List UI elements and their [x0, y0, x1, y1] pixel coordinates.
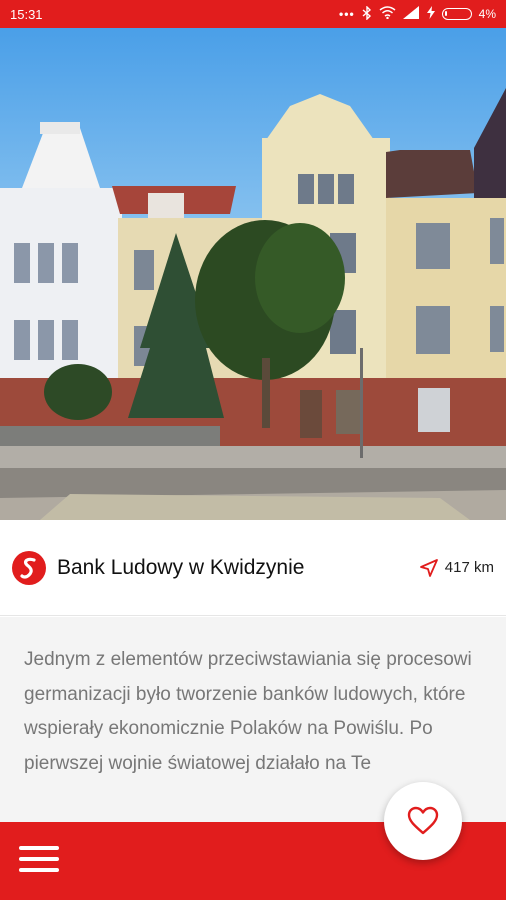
- heart-icon: [407, 806, 439, 835]
- place-header: Bank Ludowy w Kwidzynie 417 km: [0, 520, 506, 616]
- battery-percent: 4%: [478, 7, 496, 21]
- building-illustration: [0, 28, 506, 520]
- description-text: Jednym z elementów przeciwstawiania się …: [24, 649, 472, 774]
- status-bar: 15:31 ••• 4%: [0, 0, 506, 28]
- hamburger-menu-icon[interactable]: [19, 846, 61, 878]
- hero-photo: [0, 28, 506, 520]
- status-time: 15:31: [10, 6, 43, 22]
- distance-value: 417 km: [444, 559, 494, 576]
- brand-s-icon: [12, 550, 46, 585]
- distance-info[interactable]: 417 km: [419, 558, 494, 578]
- place-title: Bank Ludowy w Kwidzynie: [57, 555, 305, 579]
- favorite-button[interactable]: [384, 782, 462, 860]
- bluetooth-icon: [362, 4, 372, 23]
- status-icons: ••• 4%: [339, 4, 496, 23]
- navigation-arrow-icon: [419, 558, 438, 577]
- signal-icon: [402, 6, 420, 22]
- wifi-icon: [379, 6, 396, 22]
- dots-icon: •••: [339, 7, 355, 21]
- charging-icon: [426, 6, 435, 22]
- battery-icon: [441, 8, 472, 20]
